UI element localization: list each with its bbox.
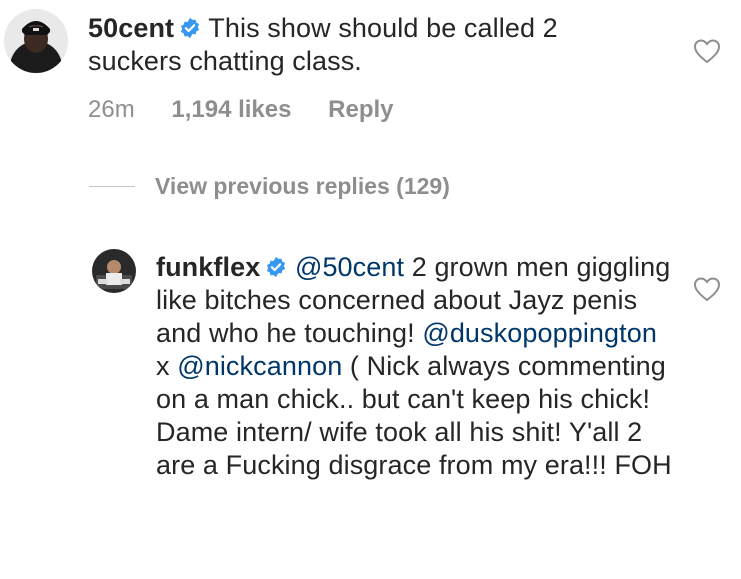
user-avatar-icon [4, 9, 68, 73]
view-previous-label: View previous replies (129) [155, 173, 450, 199]
user-avatar-icon [92, 249, 136, 293]
comment-meta: 26m 1,194 likes Reply [88, 96, 424, 124]
mention-link[interactable]: @duskopoppington [422, 318, 657, 348]
reply-body: funkflex @50cent 2 grown men giggling li… [156, 251, 676, 482]
heart-outline-icon[interactable] [693, 276, 721, 302]
view-previous-replies[interactable]: View previous replies (129) [89, 173, 450, 200]
reply-text: x [156, 351, 178, 381]
mention-link[interactable]: @50cent [295, 252, 404, 282]
likes-count[interactable]: 1,194 likes [171, 96, 291, 123]
avatar[interactable] [92, 249, 136, 293]
verified-badge-icon [181, 17, 200, 39]
heart-outline-icon[interactable] [693, 38, 721, 64]
divider-line [89, 186, 135, 187]
mention-link[interactable]: @nickcannon [177, 351, 342, 381]
reply-button[interactable]: Reply [328, 96, 393, 123]
verified-badge-icon [267, 256, 286, 278]
avatar[interactable] [4, 9, 68, 73]
comment-username[interactable]: 50cent [88, 13, 174, 43]
reply-username[interactable]: funkflex [156, 252, 260, 282]
comment-body: 50cent This show should be called 2 suck… [88, 12, 648, 78]
comment-time: 26m [88, 96, 135, 123]
